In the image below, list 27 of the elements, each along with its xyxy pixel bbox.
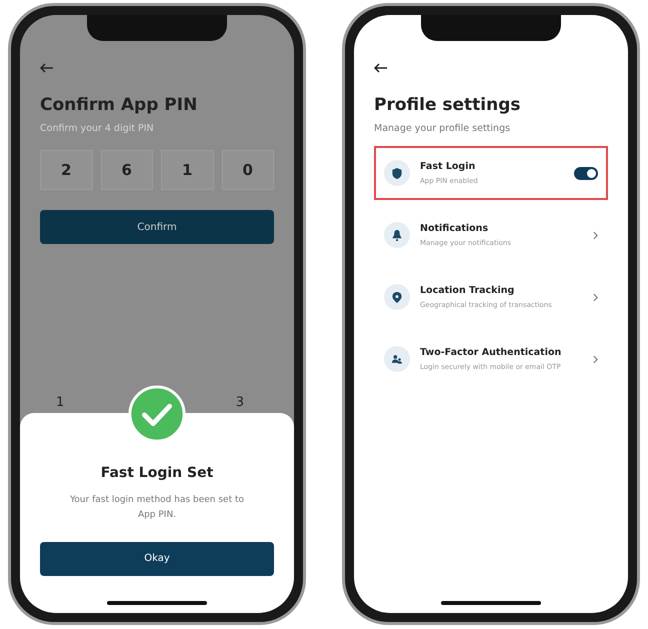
okay-button[interactable]: Okay <box>40 542 274 576</box>
dialog-message: Your fast login method has been set to App PIN. <box>70 494 244 522</box>
bell-icon <box>392 230 402 240</box>
dialog-title: Fast Login Set <box>100 465 214 481</box>
screen-subtitle: Manage your profile settings <box>374 123 512 134</box>
screen-title: Confirm App PIN <box>40 95 198 115</box>
chevron-right-icon <box>593 230 598 240</box>
screen-subtitle: Confirm your 4 digit PIN <box>40 123 155 134</box>
keypad-key[interactable]: 1 <box>56 395 64 410</box>
item-title: Location Tracking <box>420 285 516 296</box>
pin-digit-field[interactable]: 2 <box>40 150 92 190</box>
shield-icon <box>392 168 402 178</box>
keypad-key[interactable]: 3 <box>236 395 244 410</box>
confirm-button[interactable]: Confirm <box>40 210 274 244</box>
chevron-right-icon <box>593 354 598 364</box>
users-icon <box>392 354 402 364</box>
pin-digit-field[interactable]: 1 <box>161 150 214 190</box>
item-title: Two-Factor Authentication <box>420 347 562 358</box>
toggle-switch[interactable] <box>574 166 598 180</box>
pin-digit-field[interactable]: 6 <box>100 150 153 190</box>
chevron-right-icon <box>593 292 598 302</box>
item-title: Fast Login <box>420 161 476 172</box>
location-pin-icon <box>392 292 402 302</box>
item-title: Notifications <box>420 223 490 234</box>
screen-title: Profile settings <box>374 95 522 115</box>
back-arrow-icon[interactable] <box>374 63 388 73</box>
pin-digit-field[interactable]: 0 <box>222 150 274 190</box>
